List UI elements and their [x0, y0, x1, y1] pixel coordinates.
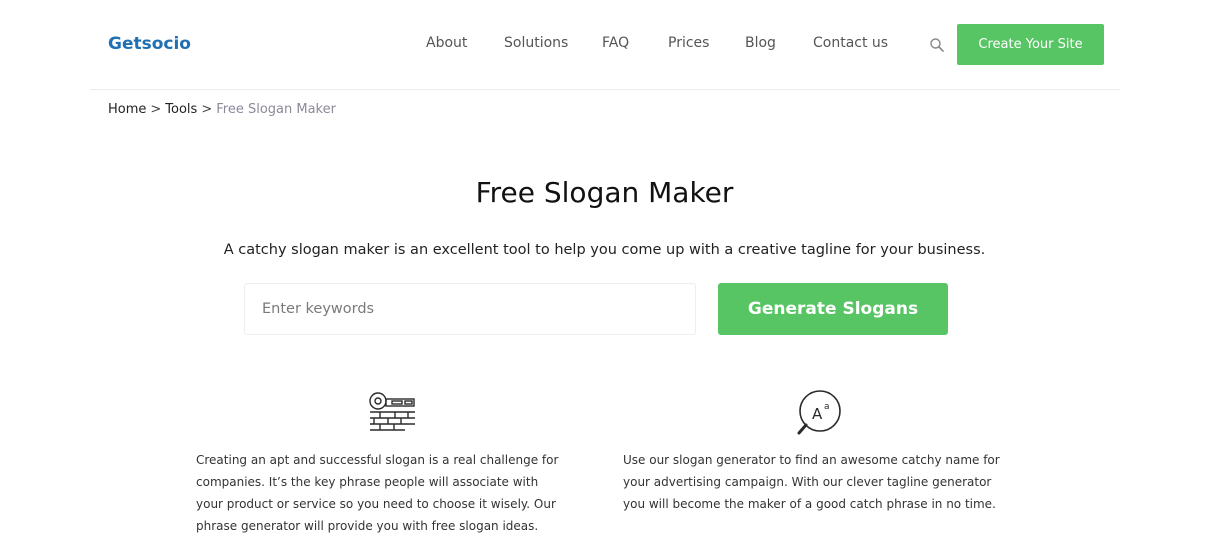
site-header: Getsocio About Solutions FAQ Prices Blog…	[0, 0, 1209, 90]
nav-item-faq[interactable]: FAQ	[602, 35, 629, 51]
breadcrumb-home[interactable]: Home	[108, 102, 146, 117]
create-site-button[interactable]: Create Your Site	[957, 24, 1104, 65]
header-divider	[90, 89, 1120, 90]
search-icon[interactable]	[929, 37, 945, 53]
nav-item-prices[interactable]: Prices	[668, 35, 709, 51]
breadcrumb-tools[interactable]: Tools	[165, 102, 197, 117]
key-puzzle-icon	[369, 392, 415, 431]
nav-item-solutions[interactable]: Solutions	[504, 35, 568, 51]
breadcrumb-current: Free Slogan Maker	[216, 102, 336, 117]
font-search-icon: A a	[797, 390, 841, 435]
generate-slogans-button[interactable]: Generate Slogans	[718, 283, 948, 335]
breadcrumb-separator: >	[150, 102, 162, 117]
page-title: Free Slogan Maker	[475, 176, 734, 209]
nav-item-about[interactable]: About	[426, 35, 467, 51]
breadcrumb-separator: >	[201, 102, 213, 117]
page-subtitle: A catchy slogan maker is an excellent to…	[223, 242, 986, 258]
breadcrumb: Home > Tools > Free Slogan Maker	[108, 102, 336, 117]
svg-text:a: a	[824, 402, 830, 412]
nav-item-blog[interactable]: Blog	[745, 35, 776, 51]
nav-item-contact[interactable]: Contact us	[813, 35, 888, 51]
feature-text-1: Creating an apt and successful slogan is…	[196, 453, 559, 533]
svg-text:A: A	[812, 405, 823, 423]
keywords-input[interactable]	[244, 283, 696, 335]
feature-text-2: Use our slogan generator to find an awes…	[623, 453, 1000, 511]
